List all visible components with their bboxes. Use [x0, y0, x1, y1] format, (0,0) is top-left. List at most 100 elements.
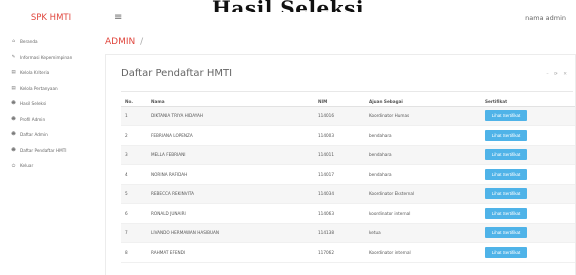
cell-nama: FEBRIANA LOPENZA	[147, 125, 314, 146]
user-menu[interactable]: nama admin	[525, 14, 566, 22]
cell-sertifikat: Lihat Sertifikat	[481, 242, 575, 263]
sidebar-item-label: Beranda	[20, 39, 38, 45]
table-row: 4 NORINA RAFIDAH 114017 bendahara Lihat Sert…	[121, 164, 575, 185]
sidebar-item-beranda[interactable]: ⌂ Beranda	[0, 34, 102, 50]
sidebar-menu: ⌂ Beranda ✎ Informasi Kepemimpinan ▤ Kelola K…	[0, 34, 102, 174]
sidebar-item-label: Daftar Pendaftar HMTI	[20, 147, 67, 153]
cell-nama: MELLA FEBRIANI	[147, 145, 314, 165]
sidebar-item-label: Kelola Kriteria	[20, 70, 50, 76]
registrants-card: Daftar Pendaftar HMTI – ⟳ ✕ No. Nama NIM…	[105, 54, 576, 275]
view-certificate-button[interactable]: Lihat Sertifikat	[485, 207, 527, 219]
view-certificate-button[interactable]: Lihat Sertifikat	[485, 246, 527, 258]
table-row: 7 LIVANDO HERMAWAN HASIBUAN 114138 ketua Lih…	[121, 223, 575, 243]
list-icon: ▤	[11, 70, 16, 76]
caption-text: Hasil Seleksi	[212, 0, 364, 12]
table-row: 8 RAHMAT EFENDI 117062 Koordinator internal…	[121, 242, 575, 263]
cell-sertifikat: Lihat Sertifikat	[481, 223, 575, 243]
table-row: 3 MELLA FEBRIANI 114011 bendahara Lihat Sert…	[121, 145, 575, 165]
users-icon: ☻	[11, 101, 16, 107]
card-divider	[121, 91, 573, 92]
cell-no: 7	[121, 223, 147, 243]
breadcrumb-admin[interactable]: ADMIN	[105, 37, 135, 47]
cell-nama: RONALD JUNAIRI	[147, 203, 314, 224]
cell-nim: 114011	[314, 145, 365, 165]
breadcrumb-separator: /	[140, 37, 144, 47]
cell-no: 5	[121, 184, 147, 204]
cell-nim: 114034	[314, 184, 365, 204]
sidebar-item-daftar-pendaftar-hmti[interactable]: ☻ Daftar Pendaftar HMTI	[0, 143, 102, 159]
cell-no: 6	[121, 203, 147, 224]
cell-ajuan: ketua	[365, 223, 481, 243]
cell-ajuan: bendahara	[365, 164, 481, 185]
cell-no: 8	[121, 242, 147, 263]
view-certificate-button[interactable]: Lihat Sertifikat	[485, 168, 527, 180]
cell-nama: LIVANDO HERMAWAN HASIBUAN	[147, 223, 314, 243]
cell-nim: 114063	[314, 203, 365, 224]
sidebar-item-kelola-pertanyaan[interactable]: ▤ Kelola Pertanyaan	[0, 81, 102, 97]
cell-ajuan: bendahara	[365, 125, 481, 146]
view-certificate-button[interactable]: Lihat Sertifikat	[485, 188, 527, 200]
sidebar-item-informasi-kepemimpinan[interactable]: ✎ Informasi Kepemimpinan	[0, 50, 102, 66]
top-bar: ≡ nama admin	[102, 12, 576, 30]
cell-sertifikat: Lihat Sertifikat	[481, 203, 575, 224]
users-icon: ☻	[11, 147, 16, 153]
cell-nim: 114016	[314, 106, 365, 126]
brand-logo[interactable]: SPK HMTI	[0, 0, 102, 34]
header-nim: NIM	[314, 98, 365, 107]
sidebar-item-label: Kelola Pertanyaan	[20, 85, 58, 91]
sidebar-item-hasil-seleksi[interactable]: ☻ Hasil Seleksi	[0, 96, 102, 112]
view-certificate-button[interactable]: Lihat Sertifikat	[485, 227, 527, 239]
home-icon: ⌂	[12, 39, 15, 45]
header-no: No.	[121, 98, 147, 107]
cell-nama: RAHMAT EFENDI	[147, 242, 314, 263]
table-row: 1 DIKTANIA TRIYA HIDAYAH 114016 Koordinator…	[121, 106, 575, 126]
cell-nim: 114138	[314, 223, 365, 243]
logout-icon: ⏻	[11, 163, 16, 169]
sidebar-item-profil-admin[interactable]: ☻ Profil Admin	[0, 112, 102, 128]
sidebar-item-daftar-admin[interactable]: ☻ Daftar Admin	[0, 127, 102, 143]
header-nama: Nama	[147, 98, 314, 107]
table-row: 6 RONALD JUNAIRI 114063 koordinator interna…	[121, 203, 575, 224]
registrants-table: No. Nama NIM Ajuan Sebagai Sertifikat 1D…	[121, 98, 575, 263]
breadcrumb: ADMIN /	[105, 37, 143, 47]
user-icon: ☻	[11, 116, 16, 122]
cell-ajuan: Koordinator internal	[365, 242, 481, 263]
table-body: 1 DIKTANIA TRIYA HIDAYAH 114016 Koordinator…	[121, 106, 575, 263]
view-certificate-button[interactable]: Lihat Sertifikat	[485, 110, 527, 122]
sidebar-item-keluar[interactable]: ⏻ Keluar	[0, 158, 102, 174]
table-row: 5 REBECCA REKINVITA 114034 Koordinator Ekst…	[121, 184, 575, 204]
table-header-row: No. Nama NIM Ajuan Sebagai Sertifikat	[121, 98, 575, 107]
cell-sertifikat: Lihat Sertifikat	[481, 184, 575, 204]
sidebar-item-kelola-kriteria[interactable]: ▤ Kelola Kriteria	[0, 65, 102, 81]
card-tools[interactable]: – ⟳ ✕	[546, 72, 569, 77]
edit-icon: ✎	[11, 54, 16, 60]
header-ajuan: Ajuan Sebagai	[365, 98, 481, 107]
view-certificate-button[interactable]: Lihat Sertifikat	[485, 149, 527, 161]
hamburger-menu-icon[interactable]: ≡	[114, 13, 122, 23]
users-icon: ☻	[11, 132, 16, 138]
table-row: 2 FEBRIANA LOPENZA 114003 bendahara Lihat Se…	[121, 125, 575, 146]
cell-nim: 117062	[314, 242, 365, 263]
cell-no: 3	[121, 145, 147, 165]
cell-no: 2	[121, 125, 147, 146]
cell-no: 1	[121, 106, 147, 126]
header-sertifikat: Sertifikat	[481, 98, 575, 107]
sidebar-item-label: Profil Admin	[20, 116, 46, 122]
sidebar-item-label: Hasil Seleksi	[20, 101, 47, 107]
cell-sertifikat: Lihat Sertifikat	[481, 145, 575, 165]
cell-nama: NORINA RAFIDAH	[147, 164, 314, 185]
cell-sertifikat: Lihat Sertifikat	[481, 164, 575, 185]
card-title: Daftar Pendaftar HMTI	[121, 68, 233, 79]
cell-nama: REBECCA REKINVITA	[147, 184, 314, 204]
cell-nim: 114017	[314, 164, 365, 185]
cell-ajuan: Koordinator Humas	[365, 106, 481, 126]
cell-ajuan: Koordinator Eksternal	[365, 184, 481, 204]
cell-ajuan: bendahara	[365, 145, 481, 165]
cell-nim: 114003	[314, 125, 365, 146]
cell-nama: DIKTANIA TRIYA HIDAYAH	[147, 106, 314, 126]
cell-sertifikat: Lihat Sertifikat	[481, 106, 575, 126]
sidebar-item-label: Keluar	[20, 163, 34, 169]
view-certificate-button[interactable]: Lihat Sertifikat	[485, 129, 527, 141]
list-icon: ▤	[11, 85, 16, 91]
sidebar-item-label: Daftar Admin	[20, 132, 48, 138]
